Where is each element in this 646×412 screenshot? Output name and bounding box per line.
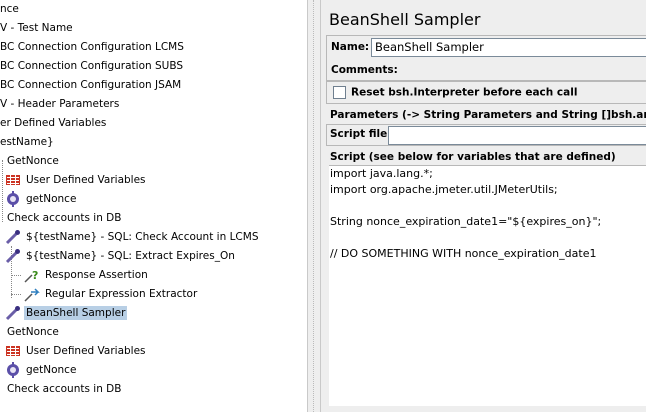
- tree-item-getnonce-2[interactable]: getNonce: [5, 190, 78, 209]
- reset-interpreter-checkbox-row[interactable]: Reset bsh.Interpreter before each call: [333, 86, 577, 99]
- tree-item-jdbc-subs[interactable]: BC Connection Configuration SUBS: [0, 57, 185, 76]
- tree-item-nonce[interactable]: nce: [0, 0, 21, 19]
- code-line: import java.lang.*;: [330, 167, 433, 180]
- test-plan-tree[interactable]: nce V - Test Name BC Connection Configur…: [0, 0, 307, 412]
- script-label: Script (see below for variables that are…: [330, 151, 616, 163]
- tree-item-getnonce-4[interactable]: getNonce: [5, 361, 78, 380]
- tree-item-sql-extract-expires[interactable]: ${testName} - SQL: Extract Expires_On: [5, 247, 237, 266]
- tree-item-beanshell-sampler[interactable]: BeanShell Sampler: [5, 304, 128, 323]
- name-field[interactable]: BeanShell Sampler: [371, 38, 646, 57]
- pipette-icon: [5, 305, 21, 321]
- name-comments-group: Name: BeanShell Sampler Comments:: [326, 35, 646, 81]
- tree-item-regex-extractor[interactable]: Regular Expression Extractor: [24, 285, 199, 304]
- code-line: import org.apache.jmeter.util.JMeterUtil…: [330, 183, 558, 196]
- comments-label: Comments:: [331, 64, 398, 76]
- tree-item-user-defined-variables-2[interactable]: User Defined Variables: [5, 171, 148, 190]
- pipette-icon: [5, 229, 21, 245]
- tree-item-getnonce[interactable]: GetNonce: [5, 152, 61, 171]
- split-pane-grip: [313, 0, 316, 412]
- reset-interpreter-checkbox[interactable]: [333, 86, 346, 99]
- gear-icon: [5, 191, 21, 207]
- tree-item-jdbc-jsam[interactable]: BC Connection Configuration JSAM: [0, 76, 183, 95]
- regex-extractor-icon: [24, 286, 40, 302]
- tree-connector: [11, 275, 21, 276]
- pipette-icon: [5, 248, 21, 264]
- tree-item-sql-check-account[interactable]: ${testName} - SQL: Check Account in LCMS: [5, 228, 261, 247]
- code-line: // DO SOMETHING WITH nonce_expiration_da…: [330, 247, 597, 260]
- tree-item-user-defined-variables-3[interactable]: User Defined Variables: [5, 342, 148, 361]
- tree-item-check-accounts-2[interactable]: Check accounts in DB: [5, 380, 123, 399]
- tree-item-check-accounts[interactable]: Check accounts in DB: [5, 209, 123, 228]
- script-file-field[interactable]: [388, 126, 646, 145]
- gear-icon: [5, 362, 21, 378]
- tree-item-jdbc-lcms[interactable]: BC Connection Configuration LCMS: [0, 38, 186, 57]
- reset-interpreter-label: Reset bsh.Interpreter before each call: [351, 86, 578, 99]
- tree-item-test-name[interactable]: V - Test Name: [0, 19, 75, 38]
- beanshell-sampler-panel: BeanShell Sampler Name: BeanShell Sample…: [321, 0, 646, 412]
- user-defined-variables-icon: [5, 172, 21, 188]
- tree-connector: [11, 294, 21, 295]
- tree-item-user-defined-variables[interactable]: er Defined Variables: [0, 114, 108, 133]
- script-editor[interactable]: import java.lang.*; import org.apache.jm…: [329, 165, 646, 406]
- parameters-label: Parameters (-> String Parameters and Str…: [330, 109, 646, 121]
- tree-item-response-assertion[interactable]: ? Response Assertion: [24, 266, 150, 285]
- name-label: Name:: [331, 41, 370, 53]
- reset-interpreter-group: Reset bsh.Interpreter before each call: [326, 81, 646, 104]
- user-defined-variables-icon: [5, 343, 21, 359]
- tree-connector: [2, 160, 3, 222]
- script-file-label: Script file: [330, 128, 388, 140]
- tree-item-getnonce-3[interactable]: GetNonce: [5, 323, 61, 342]
- tree-item-header-parameters[interactable]: V - Header Parameters: [0, 95, 121, 114]
- assertion-icon: ?: [24, 267, 40, 283]
- split-pane-divider[interactable]: [307, 0, 321, 412]
- tree-item-testname[interactable]: estName}: [0, 133, 56, 152]
- panel-title: BeanShell Sampler: [329, 10, 481, 29]
- svg-text:?: ?: [32, 269, 38, 282]
- script-file-group: Script file: [326, 124, 646, 146]
- code-line: String nonce_expiration_date1="${expires…: [330, 215, 602, 228]
